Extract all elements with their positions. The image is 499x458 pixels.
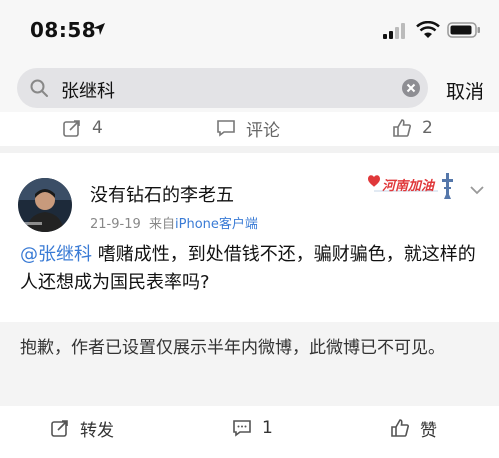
like-icon: [393, 119, 411, 137]
post-action-bar: 转发 1 赞: [0, 406, 499, 458]
post-source[interactable]: iPhone客户端: [175, 217, 258, 232]
previous-comment-label: 评论: [246, 120, 280, 141]
search-icon: [30, 79, 48, 97]
previous-comment-button[interactable]: 评论: [216, 116, 280, 141]
like-label: 赞: [420, 420, 437, 441]
clear-icon[interactable]: [401, 78, 421, 98]
battery-icon: [447, 22, 480, 38]
badge-text: 河南加油: [382, 178, 436, 194]
cancel-button[interactable]: 取消: [446, 77, 484, 104]
repost-icon: [51, 420, 68, 437]
status-time: 08:58: [30, 18, 97, 42]
like-icon: [391, 419, 409, 437]
location-arrow-icon: [93, 23, 105, 35]
status-bar: 08:58: [0, 0, 499, 62]
previous-like-count: 2: [422, 118, 433, 138]
mention-link[interactable]: @张继科: [20, 244, 92, 265]
post-date: 21-9-19: [90, 217, 141, 232]
previous-like-button[interactable]: 2: [392, 116, 433, 140]
comment-button[interactable]: 1: [232, 416, 273, 440]
search-query: 张继科: [61, 81, 115, 102]
previous-repost-button[interactable]: 4: [62, 116, 103, 140]
hidden-post-notice: 抱歉，作者已设置仅展示半年内微博，此微博已不可见。: [0, 322, 499, 406]
post-content: @张继科 嗜赌成性，到处借钱不还，骗财骗色，就这样的人还想成为国民表率吗?: [20, 241, 480, 297]
previous-post-action-bar: 4 评论 2: [0, 112, 499, 146]
chevron-down-icon[interactable]: [470, 185, 484, 195]
comment-count: 1: [262, 418, 273, 438]
search-row: 张继科 取消: [0, 62, 499, 118]
repost-icon: [63, 120, 80, 137]
avatar[interactable]: [18, 178, 72, 232]
comment-icon: [233, 420, 251, 437]
signal-icon: [383, 23, 405, 39]
search-input[interactable]: 张继科: [17, 68, 428, 108]
post-source-prefix: 来自: [149, 217, 176, 232]
post-meta: 21-9-19 来自iPhone客户端: [90, 213, 258, 232]
repost-button[interactable]: 转发: [50, 416, 114, 441]
repost-label: 转发: [80, 420, 114, 441]
like-button[interactable]: 赞: [390, 416, 437, 441]
comment-icon: [217, 120, 235, 137]
previous-repost-count: 4: [92, 118, 103, 138]
henan-badge: 河南加油: [368, 173, 453, 199]
notice-text: 抱歉，作者已设置仅展示半年内微博，此微博已不可见。: [20, 338, 445, 358]
post-username[interactable]: 没有钻石的李老五: [90, 181, 234, 207]
avatar-image: [18, 178, 72, 232]
wifi-icon: [416, 21, 440, 38]
